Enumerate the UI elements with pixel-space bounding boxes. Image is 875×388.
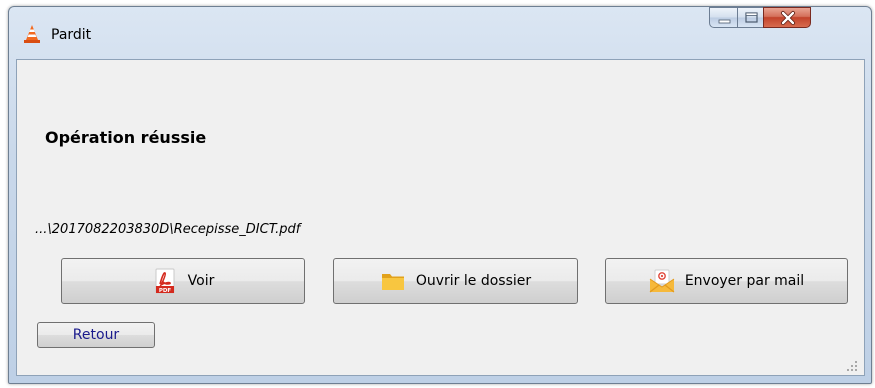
back-button[interactable]: Retour — [37, 322, 155, 348]
open-folder-button[interactable]: Ouvrir le dossier — [333, 258, 578, 304]
voir-button-label: Voir — [187, 273, 215, 289]
maximize-icon — [745, 12, 758, 23]
status-heading: Opération réussie — [45, 128, 207, 147]
mail-envelope-icon — [649, 268, 675, 294]
dialog-body: Opération réussie ...\2017082203830D\Rec… — [16, 59, 865, 376]
send-mail-button-label: Envoyer par mail — [684, 273, 805, 289]
folder-icon — [380, 268, 406, 294]
app-window: Pardit Opération réussie ...\20170822038… — [8, 6, 872, 384]
resize-grip-icon[interactable] — [846, 357, 858, 371]
pdf-icon: PDF — [152, 268, 178, 294]
file-path-label: ...\2017082203830D\Recepisse_DICT.pdf — [35, 222, 301, 237]
voir-button[interactable]: PDF Voir — [61, 258, 305, 304]
minimize-icon — [718, 19, 731, 24]
open-folder-button-label: Ouvrir le dossier — [415, 273, 532, 289]
title-bar[interactable]: Pardit — [9, 7, 871, 57]
minimize-button[interactable] — [709, 7, 738, 28]
svg-text:PDF: PDF — [158, 288, 171, 294]
close-button[interactable] — [763, 7, 811, 28]
traffic-cone-icon — [22, 24, 42, 44]
maximize-button[interactable] — [737, 7, 764, 28]
send-mail-button[interactable]: Envoyer par mail — [605, 258, 848, 304]
close-icon — [781, 11, 795, 25]
window-title: Pardit — [51, 27, 92, 43]
